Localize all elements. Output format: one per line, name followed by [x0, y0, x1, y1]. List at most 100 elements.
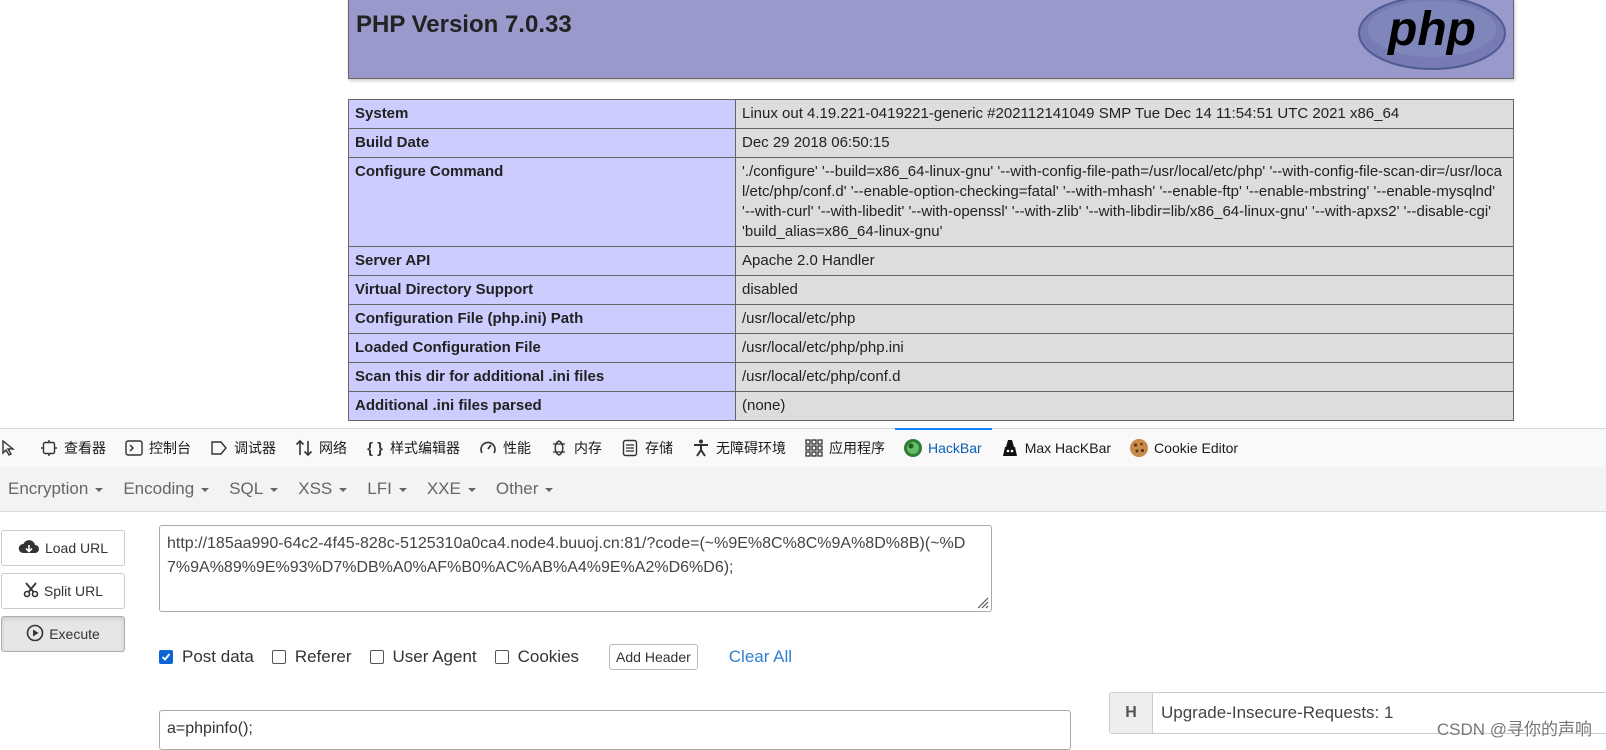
caret-down-icon — [95, 488, 104, 492]
hackbar-menu-encoding[interactable]: Encoding — [115, 467, 221, 511]
option-referer[interactable]: Referer — [271, 647, 352, 667]
style-editor-icon: { } — [367, 439, 383, 457]
devtools-tab-label: 控制台 — [149, 440, 191, 456]
php-info-row: Additional .ini files parsed (none) — [348, 391, 1514, 421]
split-url-label: Split URL — [43, 583, 104, 599]
php-info-key: Server API — [348, 246, 736, 276]
devtools-tab-max-hackbar[interactable]: Max HacKBar — [992, 429, 1121, 467]
php-info-value: /usr/local/etc/php/php.ini — [735, 333, 1514, 363]
devtools-tab-label: 存储 — [645, 440, 673, 456]
phpinfo-page: PHP Version 7.0.33 php System Linux out 4… — [0, 0, 1606, 428]
php-info-value: /usr/local/etc/php/conf.d — [735, 362, 1514, 392]
php-info-row: Build Date Dec 29 2018 06:50:15 — [348, 128, 1514, 158]
php-info-row: Configuration File (php.ini) Path/usr/lo… — [348, 304, 1514, 334]
php-info-key: Build Date — [348, 128, 736, 158]
option-post-data[interactable]: Post data — [159, 647, 254, 667]
devtools-tab-hackbar[interactable]: HackBar — [895, 428, 992, 467]
hackbar-menu-other[interactable]: Other — [488, 467, 566, 511]
add-header-button[interactable]: Add Header — [609, 644, 698, 670]
devtools-tab-storage[interactable]: 存储 — [612, 429, 683, 467]
scissors-icon — [23, 581, 39, 601]
devtools-tab-performance[interactable]: 性能 — [470, 429, 541, 467]
devtools-tab-accessibility[interactable]: 无障碍环境 — [683, 429, 796, 467]
devtools-tab-cookie[interactable]: Cookie Editor — [1121, 429, 1248, 467]
split-url-button[interactable]: Split URL — [1, 573, 125, 609]
console-icon — [124, 438, 144, 458]
devtools-tab-network[interactable]: 网络 — [286, 429, 357, 467]
url-text: http://185aa990-64c2-4f45-828c-5125310a0… — [167, 535, 966, 576]
checkbox[interactable] — [271, 650, 286, 664]
url-textarea[interactable]: http://185aa990-64c2-4f45-828c-5125310a0… — [159, 525, 992, 612]
checkbox[interactable] — [159, 650, 173, 664]
php-info-value: './configure' '--build=x86_64-linux-gnu'… — [735, 157, 1514, 247]
execute-button[interactable]: Execute — [1, 616, 125, 652]
resize-grip-icon[interactable] — [973, 593, 989, 609]
php-info-key: Configuration File (php.ini) Path — [348, 304, 736, 334]
devtools-tab-label: 调试器 — [234, 440, 276, 456]
php-logo: php — [1358, 0, 1506, 70]
checkmark-icon — [161, 653, 171, 661]
php-info-row: Scan this dir for additional .ini files /… — [348, 362, 1514, 392]
checkbox-label: User Agent — [392, 647, 477, 666]
option-cookies[interactable]: Cookies — [494, 647, 580, 667]
caret-down-icon — [398, 488, 407, 492]
php-info-value: Apache 2.0 Handler — [735, 246, 1514, 276]
caret-down-icon — [545, 488, 554, 492]
element-picker-button[interactable] — [0, 429, 31, 467]
devtools-tab-label: 网络 — [319, 440, 347, 456]
devtools-tab-inspector[interactable]: 查看器 — [31, 429, 116, 467]
option-user-agent[interactable]: User Agent — [369, 647, 477, 667]
cloud-download-icon — [18, 539, 40, 558]
options-row: Post data Referer User Agent Cookies Add He… — [159, 644, 792, 670]
php-info-value: Dec 29 2018 06:50:15 — [735, 128, 1514, 158]
menu-label: Encryption — [8, 479, 89, 498]
max-hackbar-icon — [1000, 438, 1020, 458]
hackbar-menu-encryption[interactable]: Encryption — [0, 467, 115, 511]
checkbox-label: Referer — [294, 647, 352, 666]
pointer-icon — [0, 438, 20, 458]
clear-all-link[interactable]: Clear All — [729, 647, 792, 667]
load-url-label: Load URL — [44, 540, 109, 556]
devtools-tab-bar: 查看器 控制台 调试器 网络 { } 样式编辑器 性能 内存 存储 无障碍环境 应用程序 HackBa… — [0, 428, 1606, 468]
checkbox[interactable] — [494, 650, 509, 664]
hackbar-menu-xss[interactable]: XSS — [290, 467, 359, 511]
devtools-tab-debugger[interactable]: 调试器 — [201, 429, 286, 467]
menu-label: Other — [495, 479, 539, 498]
caret-down-icon — [467, 488, 476, 492]
play-circle-icon — [26, 624, 44, 645]
php-info-key: Configure Command — [348, 157, 736, 247]
devtools-tab-application[interactable]: 应用程序 — [796, 429, 895, 467]
caret-down-icon — [201, 488, 210, 492]
hackbar-menu-lfi[interactable]: LFI — [359, 467, 419, 511]
php-info-row: Server API Apache 2.0 Handler — [348, 246, 1514, 276]
checkbox[interactable] — [369, 650, 384, 664]
csdn-watermark: CSDN @寻你的声响 — [1436, 720, 1592, 739]
devtools-tab-style-editor[interactable]: { } 样式编辑器 — [357, 429, 470, 467]
devtools-tab-label: 样式编辑器 — [390, 440, 460, 456]
php-info-row: Virtual Directory Support disabled — [348, 275, 1514, 305]
hackbar-icon — [903, 438, 923, 458]
devtools-tab-label: 应用程序 — [829, 440, 885, 456]
checkbox-label: Cookies — [517, 647, 580, 666]
devtools-tab-memory[interactable]: 内存 — [541, 429, 612, 467]
php-info-value: (none) — [735, 391, 1514, 421]
hackbar-menu-sql[interactable]: SQL — [221, 467, 290, 511]
post-data-textarea[interactable]: a=phpinfo(); — [159, 710, 1071, 750]
php-info-key: Loaded Configuration File — [348, 333, 736, 363]
debugger-icon — [209, 438, 229, 458]
php-version-header: PHP Version 7.0.33 php — [348, 0, 1514, 79]
php-info-row: Loaded Configuration File/usr/local/etc/… — [348, 333, 1514, 363]
cookie-icon — [1129, 438, 1149, 458]
load-url-button[interactable]: Load URL — [1, 530, 125, 566]
php-info-row: System Linux out 4.19.221-0419221-generic… — [348, 99, 1514, 129]
menu-label: Encoding — [123, 479, 195, 498]
checkbox-label: Post data — [182, 647, 254, 666]
menu-label: XXE — [426, 479, 461, 498]
header-value-input[interactable]: Upgrade-Insecure-Requests: 1 — [1153, 703, 1393, 723]
devtools-tab-label: 内存 — [574, 440, 602, 456]
hackbar-menu-xxe[interactable]: XXE — [419, 467, 488, 511]
devtools-tab-label: 性能 — [503, 440, 531, 456]
devtools-tab-console[interactable]: 控制台 — [116, 429, 201, 467]
php-info-value: Linux out 4.19.221-0419221-generic #2021… — [735, 99, 1514, 129]
hackbar-menu-bar: Encryption Encoding SQL XSS LFI XXE Other — [0, 467, 1606, 512]
